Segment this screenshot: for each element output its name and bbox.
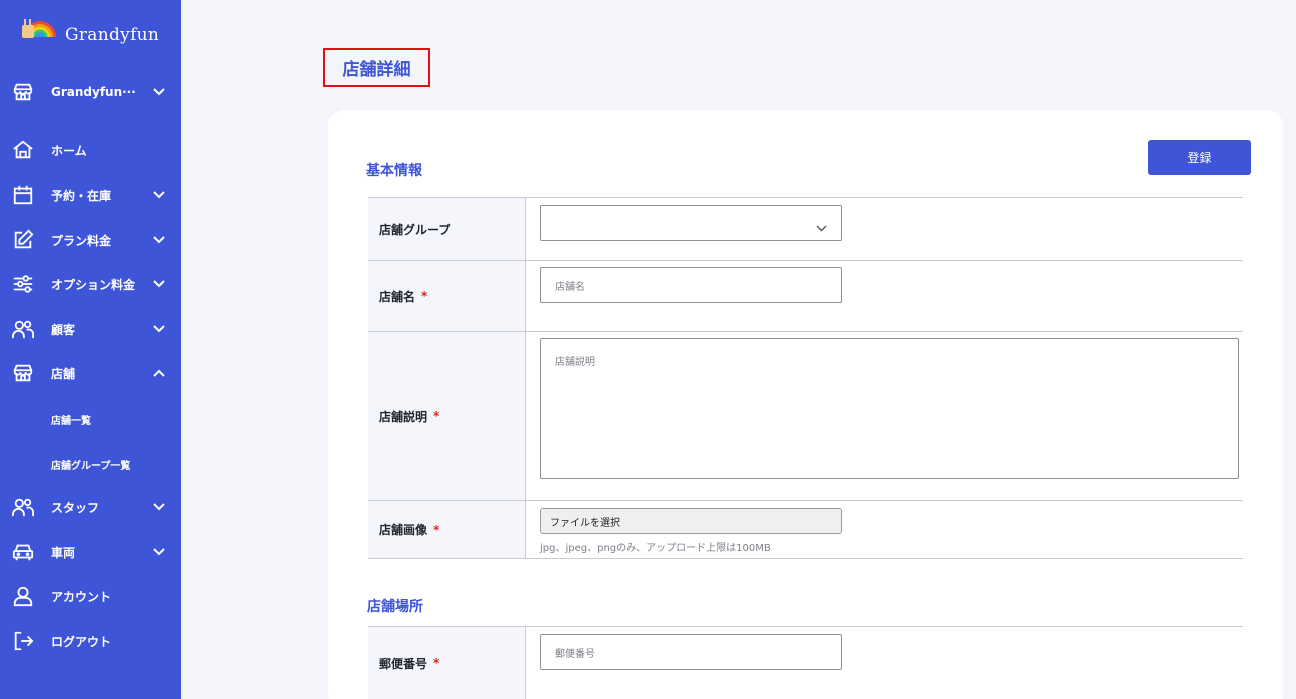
sliders-icon bbox=[11, 272, 35, 296]
section-title-location: 店舗場所 bbox=[367, 599, 423, 615]
sidebar-item-account[interactable]: アカウント bbox=[0, 578, 181, 614]
users-icon bbox=[11, 317, 35, 341]
edit-icon bbox=[11, 228, 35, 252]
sidebar-item-label: 顧客 bbox=[51, 322, 76, 337]
sidebar-item-option[interactable]: オプション料金 bbox=[0, 266, 181, 302]
page-title-highlight: 店舗詳細 bbox=[323, 48, 430, 87]
user-icon bbox=[11, 584, 35, 608]
sidebar-item-label: アカウント bbox=[51, 589, 112, 604]
form-row-name: 店舗名 * 店舗名 bbox=[368, 261, 1243, 332]
sidebar: Grandyfun Grandyfun··· ホーム 予約・在庫 プラン料金 オ… bbox=[0, 0, 181, 699]
required-mark: * bbox=[421, 289, 428, 303]
car-icon bbox=[11, 540, 35, 564]
chevron-down-icon bbox=[816, 217, 827, 236]
chevron-down-icon bbox=[152, 85, 166, 99]
sidebar-item-label: 予約・在庫 bbox=[51, 188, 112, 203]
postal-code-input[interactable]: 郵便番号 bbox=[540, 634, 842, 670]
sidebar-item-customer[interactable]: 顧客 bbox=[0, 311, 181, 347]
chevron-down-icon bbox=[152, 277, 166, 291]
sidebar-item-label: オプション料金 bbox=[51, 277, 136, 292]
chevron-down-icon bbox=[152, 500, 166, 514]
sidebar-item-logout[interactable]: ログアウト bbox=[0, 623, 181, 659]
location-table: 郵便番号 * 郵便番号 bbox=[368, 626, 1243, 699]
sidebar-item-store[interactable]: 店舗 bbox=[0, 355, 181, 391]
brand[interactable]: Grandyfun bbox=[18, 14, 159, 56]
form-row-group: 店舗グループ bbox=[368, 198, 1243, 261]
home-icon bbox=[11, 138, 35, 162]
chevron-down-icon bbox=[152, 545, 166, 559]
field-label-name: 店舗名 * bbox=[368, 261, 526, 331]
field-label-description: 店舗説明 * bbox=[368, 332, 526, 500]
file-select-button[interactable]: ファイルを選択 bbox=[540, 508, 842, 534]
sidebar-subitem-store-group-list[interactable]: 店舗グループ一覧 bbox=[51, 457, 130, 472]
calendar-icon bbox=[11, 183, 35, 207]
store-selector-label: Grandyfun··· bbox=[51, 85, 136, 99]
sidebar-item-label: 車両 bbox=[51, 545, 76, 560]
page-title: 店舗詳細 bbox=[342, 60, 411, 80]
register-button[interactable]: 登録 bbox=[1148, 140, 1251, 175]
required-mark: * bbox=[433, 522, 440, 537]
store-name-input[interactable]: 店舗名 bbox=[540, 267, 842, 303]
required-mark: * bbox=[433, 409, 440, 423]
sidebar-item-reservation[interactable]: 予約・在庫 bbox=[0, 177, 181, 213]
file-hint: jpg、jpeg、pngのみ、アップロード上限は100MB bbox=[540, 543, 771, 554]
form-row-postal: 郵便番号 * 郵便番号 bbox=[368, 627, 1243, 699]
form-row-description: 店舗説明 * 店舗説明 bbox=[368, 332, 1243, 501]
store-icon bbox=[11, 361, 35, 385]
sidebar-item-label: 店舗 bbox=[51, 366, 76, 381]
brand-logo-icon bbox=[18, 15, 58, 55]
sidebar-subitem-store-list[interactable]: 店舗一覧 bbox=[51, 412, 91, 427]
chevron-down-icon bbox=[152, 188, 166, 202]
chevron-up-icon bbox=[152, 366, 166, 380]
form-row-image: 店舗画像 * ファイルを選択 jpg、jpeg、pngのみ、アップロード上限は10… bbox=[368, 501, 1243, 559]
sidebar-item-home[interactable]: ホーム bbox=[0, 132, 181, 168]
field-label-image: 店舗画像 * bbox=[368, 501, 526, 558]
sidebar-item-staff[interactable]: スタッフ bbox=[0, 489, 181, 525]
chevron-down-icon bbox=[152, 322, 166, 336]
basic-info-table: 店舗グループ 店舗名 * 店舗名 店舗説明 * 店舗説明 店舗画像 * ファイル… bbox=[368, 197, 1243, 559]
sidebar-item-label: ログアウト bbox=[51, 634, 112, 649]
chevron-down-icon bbox=[152, 233, 166, 247]
store-icon bbox=[11, 80, 35, 104]
users-icon bbox=[11, 495, 35, 519]
sidebar-item-vehicle[interactable]: 車両 bbox=[0, 534, 181, 570]
field-label-group: 店舗グループ bbox=[368, 198, 526, 260]
sidebar-item-label: ホーム bbox=[51, 143, 87, 158]
section-title-basic: 基本情報 bbox=[366, 163, 422, 179]
store-group-select[interactable] bbox=[540, 205, 842, 241]
logout-icon bbox=[11, 629, 35, 653]
sidebar-item-label: スタッフ bbox=[51, 500, 100, 515]
field-label-postal: 郵便番号 * bbox=[368, 627, 526, 699]
brand-name: Grandyfun bbox=[65, 25, 160, 45]
required-mark: * bbox=[433, 656, 440, 670]
sidebar-item-label: プラン料金 bbox=[51, 233, 112, 248]
store-selector[interactable]: Grandyfun··· bbox=[0, 74, 181, 110]
store-description-textarea[interactable]: 店舗説明 bbox=[540, 338, 1239, 479]
sidebar-item-plan[interactable]: プラン料金 bbox=[0, 222, 181, 258]
